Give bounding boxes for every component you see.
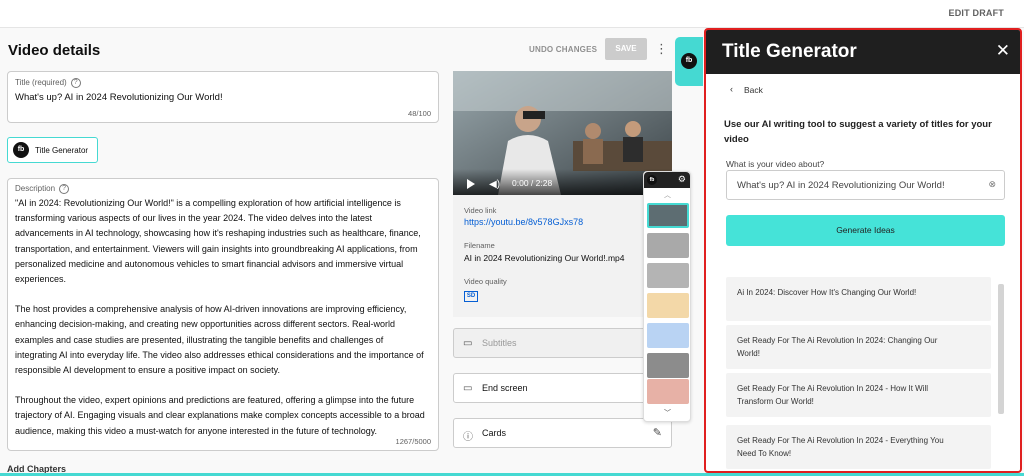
video-link-label: Video link — [464, 206, 497, 215]
play-icon[interactable] — [467, 179, 475, 189]
tubebuddy-logo-icon: fb — [681, 53, 697, 69]
tubebuddy-logo-icon: fb — [13, 142, 29, 158]
page-title: Video details — [8, 42, 101, 59]
title-field[interactable]: Title (required)? What's up? AI in 2024 … — [7, 71, 439, 123]
video-about-value: What's up? AI in 2024 Revolutionizing Ou… — [737, 180, 945, 191]
description-field[interactable]: Description? "AI in 2024: Revolutionizin… — [7, 178, 439, 451]
title-generator-toggle-tab[interactable]: fb — [675, 37, 703, 86]
back-button[interactable]: Back — [744, 85, 763, 95]
thumbnail-strip: fb ⚙ ︿ ﹀ — [643, 171, 691, 422]
title-ideas-list: Ai In 2024: Discover How It's Changing O… — [726, 277, 999, 471]
thumbnail-option[interactable] — [647, 233, 689, 258]
info-icon: ⓘ — [463, 432, 473, 443]
cards-label: Cards — [482, 428, 507, 438]
title-generator-button[interactable]: fb Title Generator — [7, 137, 98, 163]
chevron-left-icon[interactable]: ‹ — [730, 84, 733, 94]
description-text[interactable]: "AI in 2024: Revolutionizing Our World!"… — [15, 196, 427, 454]
title-idea-text: Get Ready For The Ai Revolution In 2024 … — [737, 384, 929, 406]
save-button[interactable]: SAVE — [605, 38, 647, 60]
video-info: Video link https://youtu.be/8v578GJxs78 … — [453, 195, 643, 317]
end-screen-label: End screen — [482, 383, 528, 393]
title-char-count: 48/100 — [408, 109, 431, 118]
end-screen-card[interactable]: ▭ End screen — [453, 373, 672, 403]
chevron-down-icon[interactable]: ﹀ — [664, 408, 671, 418]
undo-changes-button[interactable]: UNDO CHANGES — [529, 45, 597, 54]
gear-icon[interactable]: ⚙ — [678, 174, 686, 185]
title-idea-text: Ai In 2024: Discover How It's Changing O… — [737, 288, 917, 297]
title-idea-text: Get Ready For The Ai Revolution In 2024 … — [737, 436, 944, 458]
thumbnail-option[interactable] — [647, 293, 689, 318]
panel-intro: Use our AI writing tool to suggest a var… — [724, 119, 992, 145]
thumbnail-option[interactable] — [647, 379, 689, 404]
title-generator-panel: Title Generator ✕ ‹ Back Use our AI writ… — [704, 28, 1022, 473]
more-options-icon[interactable]: ⋮ — [655, 40, 668, 58]
close-icon[interactable]: ✕ — [996, 41, 1010, 61]
title-generator-label: Title Generator — [35, 146, 89, 155]
description-char-count: 1267/5000 — [395, 437, 431, 446]
title-idea-text: Get Ready For The Ai Revolution In 2024:… — [737, 336, 938, 358]
thumbnail-option[interactable] — [647, 323, 689, 348]
subtitles-icon: ▭ — [463, 338, 473, 349]
edit-draft-button[interactable]: EDIT DRAFT — [949, 8, 1005, 18]
description-paragraph: The host provides a comprehensive analys… — [15, 304, 424, 376]
video-link[interactable]: https://youtu.be/8v578GJxs78 — [464, 217, 583, 227]
cards-card[interactable]: ⓘ Cards ✎ — [453, 418, 672, 448]
title-idea[interactable]: Get Ready For The Ai Revolution In 2024:… — [726, 325, 991, 369]
ideas-scrollbar[interactable] — [998, 284, 1004, 414]
video-time: 0:00 / 2:28 — [512, 178, 553, 188]
video-player[interactable]: ◀) 0:00 / 2:28 — [453, 71, 672, 195]
clear-icon[interactable]: ⊗ — [988, 179, 996, 190]
help-icon[interactable]: ? — [70, 78, 81, 88]
filename-value: AI in 2024 Revolutionizing Our World!.mp… — [464, 253, 625, 263]
title-idea[interactable]: Ai In 2024: Discover How It's Changing O… — [726, 277, 991, 321]
title-idea[interactable]: Get Ready For The Ai Revolution In 2024 … — [726, 425, 991, 469]
filename-label: Filename — [464, 241, 495, 250]
title-idea[interactable]: Get Ready For The Ai Revolution In 2024 … — [726, 373, 991, 417]
help-icon[interactable]: ? — [59, 184, 70, 194]
description-field-label: Description — [15, 184, 56, 194]
title-input[interactable]: What's up? AI in 2024 Revolutionizing Ou… — [15, 92, 223, 103]
video-about-input[interactable]: What's up? AI in 2024 Revolutionizing Ou… — [726, 170, 1005, 200]
video-quality-label: Video quality — [464, 277, 507, 286]
end-screen-icon: ▭ — [463, 383, 473, 394]
thumbnail-option[interactable] — [647, 353, 689, 378]
chevron-up-icon[interactable]: ︿ — [664, 190, 671, 200]
tubebuddy-logo-icon: fb — [647, 175, 657, 185]
description-paragraph: Throughout the video, expert opinions an… — [15, 395, 425, 436]
thumbnail-option[interactable] — [647, 203, 689, 228]
description-paragraph: "AI in 2024: Revolutionizing Our World!"… — [15, 198, 421, 285]
subtitles-card[interactable]: ▭ Subtitles — [453, 328, 672, 358]
top-bar: EDIT DRAFT — [0, 0, 1024, 28]
generate-ideas-button[interactable]: Generate Ideas — [726, 215, 1005, 246]
thumbnail-option[interactable] — [647, 263, 689, 288]
pencil-icon[interactable]: ✎ — [653, 426, 662, 439]
panel-title: Title Generator — [722, 41, 857, 62]
volume-icon[interactable]: ◀) — [489, 179, 500, 190]
title-field-label: Title (required) — [15, 78, 67, 88]
sd-quality-badge: SD — [464, 291, 478, 302]
subtitles-label: Subtitles — [482, 338, 517, 348]
about-label: What is your video about? — [726, 159, 825, 169]
